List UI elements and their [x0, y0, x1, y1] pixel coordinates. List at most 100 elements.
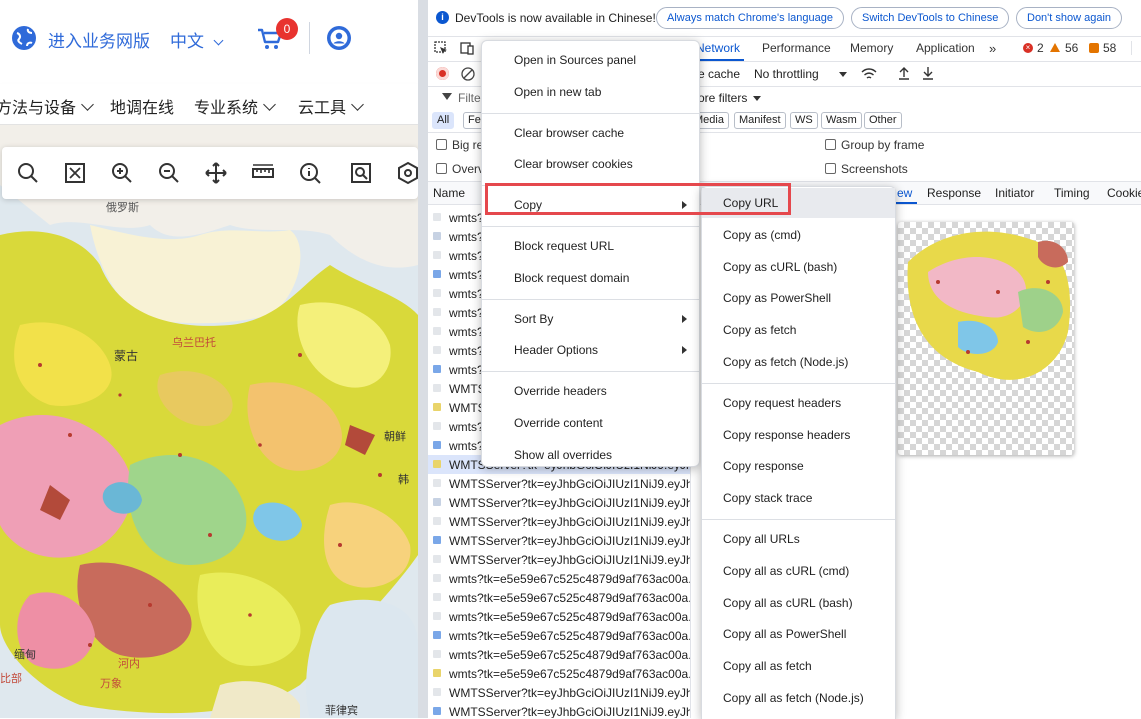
- clear-icon[interactable]: [461, 67, 475, 81]
- query-icon[interactable]: [349, 161, 373, 185]
- measure-icon[interactable]: [251, 161, 275, 185]
- identify-icon[interactable]: [298, 161, 322, 185]
- menu-item-copy-stack-trace[interactable]: Copy stack trace: [702, 483, 895, 513]
- menu-item-copy-as-powershell[interactable]: Copy as PowerShell: [702, 283, 895, 313]
- request-name: wmts?tk=e5e59e67c525c4879d9af763ac00a...: [449, 591, 691, 605]
- device-toolbar-icon[interactable]: [460, 41, 474, 55]
- export-har-icon[interactable]: [921, 66, 935, 80]
- request-row[interactable]: wmts?tk=e5e59e67c525c4879d9af763ac00a...: [428, 588, 690, 607]
- menu-item-block-request-url[interactable]: Block request URL: [482, 231, 699, 261]
- menu-item-copy-all-as-curl-bash[interactable]: Copy all as cURL (bash): [702, 588, 895, 618]
- request-row[interactable]: WMTSServer?tk=eyJhbGciOiJIUzI1NiJ9.eyJh.…: [428, 474, 690, 493]
- geologic-map[interactable]: 俄罗斯 乌兰巴托 蒙古 朝鲜 韩 缅甸 河内 万象 菲律宾 比部: [0, 125, 418, 718]
- issues-count[interactable]: 58: [1103, 41, 1116, 55]
- nav-professional-systems[interactable]: 专业系统: [194, 94, 276, 118]
- dont-show-again-button[interactable]: Don't show again: [1016, 7, 1123, 29]
- group-by-frame-checkbox[interactable]: [825, 139, 836, 150]
- screenshots-checkbox[interactable]: [825, 163, 836, 174]
- request-row[interactable]: WMTSServer?tk=eyJhbGciOiJIUzI1NiJ9.eyJh.…: [428, 531, 690, 550]
- throttling-select[interactable]: No throttling: [754, 67, 847, 81]
- menu-item-show-all-overrides[interactable]: Show all overrides: [482, 440, 699, 470]
- pane-divider[interactable]: [418, 0, 428, 718]
- menu-item-override-content[interactable]: Override content: [482, 408, 699, 438]
- tab-performance[interactable]: Performance: [762, 41, 831, 55]
- fit-extent-icon[interactable]: [63, 161, 87, 185]
- request-row[interactable]: WMTSServer?tk=eyJhbGciOiJIUzI1NiJ9.eyJh.…: [428, 512, 690, 531]
- request-row[interactable]: wmts?tk=e5e59e67c525c4879d9af763ac00a...: [428, 645, 690, 664]
- globe-icon[interactable]: [10, 24, 38, 52]
- menu-item-clear-browser-cache[interactable]: Clear browser cache: [482, 118, 699, 148]
- zoom-out-icon[interactable]: [157, 161, 181, 185]
- nav-methods-equipment[interactable]: 方法与设备: [0, 94, 94, 118]
- menu-item-override-headers[interactable]: Override headers: [482, 376, 699, 406]
- request-row[interactable]: WMTSServer?tk=eyJhbGciOiJIUzI1NiJ9.eyJh.…: [428, 550, 690, 569]
- menu-item-open-in-sources-panel[interactable]: Open in Sources panel: [482, 45, 699, 75]
- chip-wasm[interactable]: Wasm: [821, 112, 862, 129]
- network-conditions-icon[interactable]: [861, 67, 877, 81]
- menu-item-open-in-new-tab[interactable]: Open in new tab: [482, 77, 699, 107]
- more-tabs-icon[interactable]: »: [989, 41, 996, 56]
- nav-label: 方法与设备: [0, 100, 77, 117]
- menu-item-copy-all-urls[interactable]: Copy all URLs: [702, 524, 895, 554]
- business-site-link[interactable]: 进入业务网版: [48, 27, 150, 52]
- nav-cloud-tools[interactable]: 云工具: [298, 94, 364, 118]
- chip-other[interactable]: Other: [864, 112, 902, 129]
- user-avatar-icon[interactable]: [325, 24, 353, 52]
- menu-item-block-request-domain[interactable]: Block request domain: [482, 263, 699, 293]
- menu-item-copy-as-fetch-node-js[interactable]: Copy as fetch (Node.js): [702, 347, 895, 377]
- request-row[interactable]: wmts?tk=e5e59e67c525c4879d9af763ac00a...: [428, 664, 690, 683]
- more-filters-dropdown[interactable]: ore filters: [698, 91, 762, 105]
- layer-icon[interactable]: [396, 161, 418, 185]
- menu-item-copy-as-fetch[interactable]: Copy as fetch: [702, 315, 895, 345]
- menu-item-copy-all-as-fetch-node-js[interactable]: Copy all as fetch (Node.js): [702, 683, 895, 713]
- tab-initiator[interactable]: Initiator: [995, 186, 1034, 200]
- chip-all[interactable]: All: [432, 112, 455, 129]
- record-icon[interactable]: [436, 67, 449, 80]
- map-toolbar: [2, 147, 418, 199]
- name-column-header[interactable]: Name: [433, 186, 465, 200]
- menu-item-sort-by[interactable]: Sort By: [482, 304, 699, 334]
- request-row[interactable]: wmts?tk=e5e59e67c525c4879d9af763ac00a...: [428, 626, 690, 645]
- inspect-element-icon[interactable]: [434, 41, 448, 55]
- language-selector[interactable]: 中文: [170, 27, 224, 52]
- tab-timing[interactable]: Timing: [1054, 186, 1090, 200]
- big-request-rows-checkbox[interactable]: [436, 139, 447, 150]
- request-row[interactable]: WMTSServer?tk=eyJhbGciOiJIUzI1NiJ9.eyJh.…: [428, 683, 690, 702]
- show-overview-checkbox[interactable]: [436, 163, 447, 174]
- request-row[interactable]: wmts?tk=e5e59e67c525c4879d9af763ac00a...: [428, 569, 690, 588]
- search-icon[interactable]: [16, 161, 40, 185]
- file-icon: [433, 384, 441, 392]
- menu-item-clear-browser-cookies[interactable]: Clear browser cookies: [482, 149, 699, 179]
- zoom-in-icon[interactable]: [110, 161, 134, 185]
- tab-memory[interactable]: Memory: [850, 41, 893, 55]
- menu-item-copy-response-headers[interactable]: Copy response headers: [702, 420, 895, 450]
- disable-cache-label[interactable]: e cache: [698, 67, 740, 81]
- match-language-button[interactable]: Always match Chrome's language: [656, 7, 844, 29]
- request-row[interactable]: WMTSServer?tk=eyJhbGciOiJIUzI1NiJ9.eyJh.…: [428, 702, 690, 718]
- pan-icon[interactable]: [204, 161, 228, 185]
- chip-manifest[interactable]: Manifest: [734, 112, 786, 129]
- menu-item-copy-request-headers[interactable]: Copy request headers: [702, 388, 895, 418]
- tab-response[interactable]: Response: [927, 186, 981, 200]
- menu-item-copy-all-as-curl-cmd[interactable]: Copy all as cURL (cmd): [702, 556, 895, 586]
- menu-item-copy-response[interactable]: Copy response: [702, 451, 895, 481]
- warning-count[interactable]: 56: [1065, 41, 1078, 55]
- tab-application[interactable]: Application: [916, 41, 975, 55]
- nav-geo-online[interactable]: 地调在线: [110, 94, 174, 118]
- menu-item-header-options[interactable]: Header Options: [482, 335, 699, 365]
- menu-item-copy-all-as-powershell[interactable]: Copy all as PowerShell: [702, 619, 895, 649]
- map-label: 缅甸: [14, 648, 36, 661]
- error-count[interactable]: 2: [1037, 41, 1044, 55]
- menu-item-copy-as-curl-bash[interactable]: Copy as cURL (bash): [702, 252, 895, 282]
- filter-input[interactable]: Filte: [458, 91, 481, 105]
- chip-ws[interactable]: WS: [790, 112, 818, 129]
- request-row[interactable]: WMTSServer?tk=eyJhbGciOiJIUzI1NiJ9.eyJh.…: [428, 493, 690, 512]
- request-row[interactable]: wmts?tk=e5e59e67c525c4879d9af763ac00a...: [428, 607, 690, 626]
- tab-cookies[interactable]: Cookie: [1107, 186, 1141, 200]
- tab-preview[interactable]: ew: [897, 186, 912, 200]
- menu-item-copy-all-as-fetch[interactable]: Copy all as fetch: [702, 651, 895, 681]
- import-har-icon[interactable]: [897, 66, 911, 80]
- tab-network[interactable]: Network: [696, 41, 740, 55]
- switch-to-chinese-button[interactable]: Switch DevTools to Chinese: [851, 7, 1010, 29]
- menu-item-copy-as-cmd[interactable]: Copy as (cmd): [702, 220, 895, 250]
